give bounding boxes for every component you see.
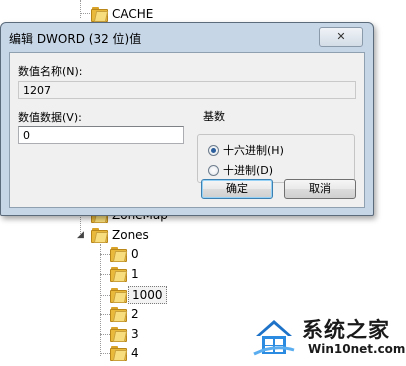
close-icon: ✕ — [336, 30, 346, 43]
tree-item-label: 2 — [131, 307, 139, 321]
folder-icon — [110, 307, 128, 322]
folder-icon — [110, 346, 128, 361]
watermark-url: Win10net.com — [308, 342, 406, 356]
dialog-title: 编辑 DWORD (32 位)值 — [9, 32, 142, 46]
tree-connector — [100, 353, 110, 354]
house-logo-icon — [253, 320, 295, 356]
tree-item-zone-4[interactable]: 4 — [110, 344, 142, 362]
tree-item-cache[interactable]: CACHE — [91, 5, 156, 23]
value-data-label: 数值数据(V): — [18, 111, 82, 124]
value-data-input[interactable]: 0 — [18, 126, 184, 144]
radio-decimal-label: 十进制(D) — [223, 164, 274, 177]
tree-connector — [80, 0, 81, 18]
tree-item-zone-0[interactable]: 0 — [110, 245, 142, 263]
radio-unselected-icon — [208, 164, 219, 176]
tree-item-zone-3[interactable]: 3 — [110, 325, 142, 343]
folder-icon — [110, 327, 128, 342]
tree-item-label: Zones — [112, 228, 149, 242]
base-group: 十六进制(H) 十进制(D) — [197, 134, 355, 183]
watermark: 系统之家 Win10net.com — [244, 310, 406, 366]
tree-item-zones[interactable]: Zones — [91, 226, 152, 244]
tree-connector — [100, 244, 101, 356]
tree-connector — [100, 314, 110, 315]
tree-connector — [100, 334, 110, 335]
radio-decimal[interactable]: 十进制(D) — [208, 162, 273, 178]
tree-item-zone-1[interactable]: 1 — [110, 265, 142, 283]
tree-connector — [100, 254, 110, 255]
tree-connector — [100, 274, 110, 275]
dialog-body: 数值名称(N): 1207 数值数据(V): 0 基数 十六进制(H) 十进制(… — [9, 52, 365, 208]
folder-icon — [91, 7, 109, 22]
value-name-label: 数值名称(N): — [18, 65, 83, 78]
ok-button[interactable]: 确定 — [201, 179, 273, 199]
tree-item-label: 1000 — [128, 286, 167, 304]
tree-item-label: 0 — [131, 247, 139, 261]
tree-item-label: 1 — [131, 267, 139, 281]
folder-icon — [110, 288, 128, 303]
tree-connector — [100, 295, 110, 296]
tree-item-zone-1000[interactable]: 1000 — [110, 286, 167, 304]
collapse-arrow-icon[interactable]: ◢ — [77, 230, 84, 240]
close-button[interactable]: ✕ — [319, 27, 363, 47]
watermark-title: 系统之家 — [302, 318, 390, 342]
radio-hexadecimal[interactable]: 十六进制(H) — [208, 142, 284, 158]
tree-item-label: 3 — [131, 327, 139, 341]
value-name-field[interactable]: 1207 — [18, 81, 356, 99]
radio-hexadecimal-label: 十六进制(H) — [223, 144, 284, 157]
edit-dword-dialog: 编辑 DWORD (32 位)值 ✕ 数值名称(N): 1207 数值数据(V)… — [0, 22, 374, 216]
cancel-button[interactable]: 取消 — [284, 179, 356, 199]
tree-item-label: 4 — [131, 346, 139, 360]
folder-icon — [110, 267, 128, 282]
folder-icon — [91, 228, 109, 243]
base-group-label: 基数 — [203, 110, 225, 123]
radio-selected-icon — [208, 144, 219, 156]
folder-icon — [110, 247, 128, 262]
tree-item-label: CACHE — [112, 7, 154, 21]
tree-item-zone-2[interactable]: 2 — [110, 305, 142, 323]
dialog-titlebar[interactable]: 编辑 DWORD (32 位)值 ✕ — [1, 23, 373, 51]
